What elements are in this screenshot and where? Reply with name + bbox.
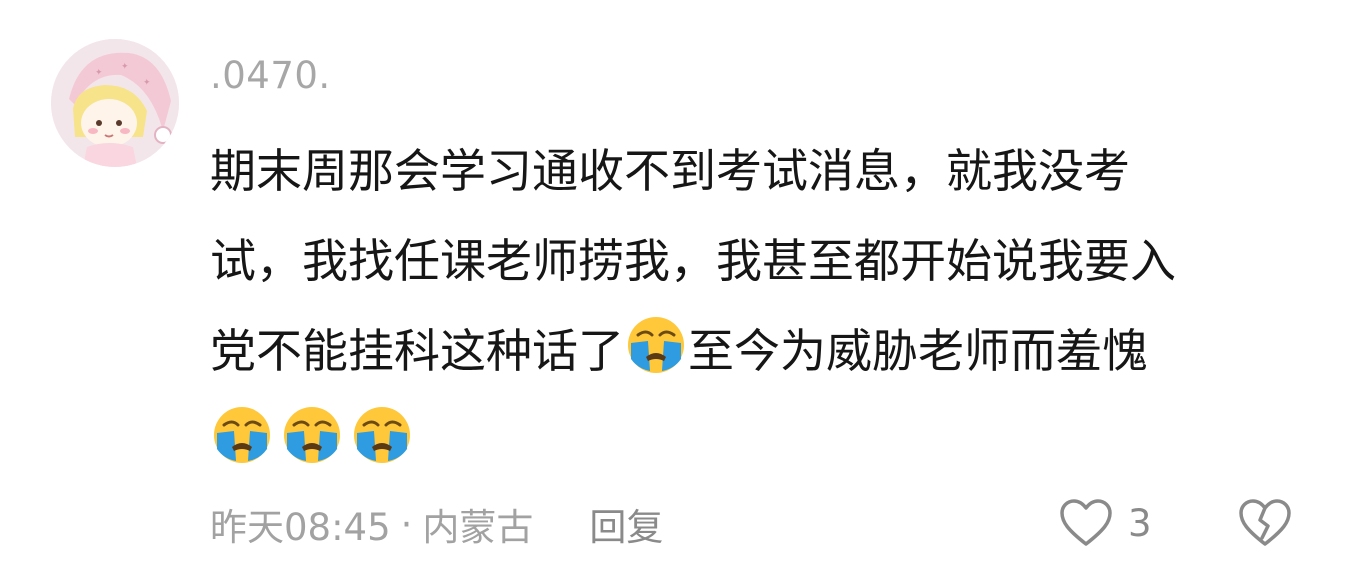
reply-button[interactable]: 回复	[589, 497, 663, 551]
avatar[interactable]: ✦ ✦ ✦	[51, 39, 179, 167]
comment-text-line: 试，我找任课老师捞我，我甚至都开始说我要入	[210, 234, 1176, 288]
comment-text-line: 党不能挂科这种话了	[210, 324, 624, 378]
broken-heart-icon	[1239, 499, 1291, 546]
like-count: 3	[1128, 501, 1152, 545]
comment-time: 昨天08:45	[210, 506, 391, 549]
emoji-row	[210, 396, 420, 486]
heart-outline-icon	[1060, 499, 1112, 546]
comment-text: 期末周那会学习通收不到考试消息，就我没考 试，我找任课老师捞我，我甚至都开始说我…	[210, 126, 1290, 486]
crying-face-emoji-icon	[280, 403, 344, 467]
crying-face-emoji-icon	[350, 403, 414, 467]
crying-face-emoji-icon	[210, 403, 274, 467]
svg-text:✦: ✦	[95, 68, 103, 78]
svg-text:✦: ✦	[143, 78, 151, 88]
comment-text-line: 期末周那会学习通收不到考试消息，就我没考	[210, 144, 1130, 198]
meta-separator: ·	[400, 502, 413, 546]
comment-item: ✦ ✦ ✦ .0470. 期末周那会学习通收不到考试消息，就我没考 试，我找任课…	[0, 0, 1361, 582]
dislike-button[interactable]	[1237, 496, 1293, 550]
svg-text:✦: ✦	[121, 62, 129, 72]
comment-location: 内蒙古	[422, 506, 534, 549]
comment-text-line: 至今为威胁老师而羞愧	[688, 324, 1148, 378]
comment-meta: 昨天08:45 · 内蒙古 回复	[210, 498, 663, 550]
username[interactable]: .0470.	[210, 54, 331, 98]
like-button[interactable]: 3	[1058, 496, 1152, 550]
crying-face-emoji-icon	[624, 313, 688, 377]
